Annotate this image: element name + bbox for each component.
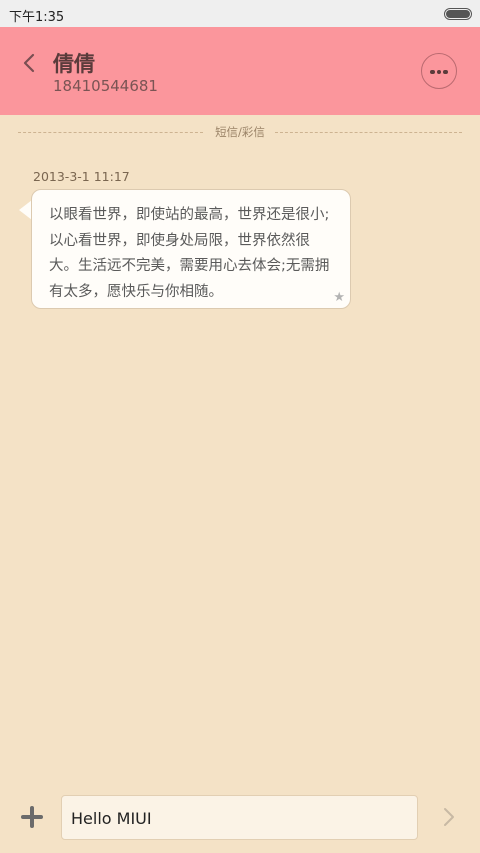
message-input[interactable]: Hello MIUI xyxy=(61,795,418,840)
contact-name[interactable]: 倩倩 xyxy=(53,48,95,78)
chevron-left-icon xyxy=(23,53,35,73)
message-text: 以眼看世界，即使站的最高，世界还是很小;以心看世界，即使身处局限，世界依然很大。… xyxy=(49,207,330,300)
more-dots-icon xyxy=(443,69,448,74)
status-time: 下午1:35 xyxy=(9,10,65,25)
add-attachment-button[interactable] xyxy=(18,803,46,831)
battery-level xyxy=(446,10,470,18)
back-button[interactable] xyxy=(18,49,44,79)
conversation-header: 倩倩 18410544681 xyxy=(0,27,480,115)
message-bubble[interactable]: 以眼看世界，即使站的最高，世界还是很小;以心看世界，即使身处局限，世界依然很大。… xyxy=(31,189,351,309)
status-bar: 下午1:35 xyxy=(0,0,480,27)
send-button[interactable] xyxy=(440,805,458,829)
chevron-right-icon xyxy=(444,808,454,826)
conversation-divider: 短信/彩信 xyxy=(18,123,462,141)
message-timestamp: 2013-3-1 11:17 xyxy=(33,169,130,184)
more-dots-icon xyxy=(430,69,435,74)
more-dots-icon xyxy=(436,69,441,74)
contact-number[interactable]: 18410544681 xyxy=(53,77,158,95)
plus-icon-stroke xyxy=(30,806,34,828)
battery-icon xyxy=(444,8,472,20)
more-options-button[interactable] xyxy=(421,53,457,89)
divider-line-right xyxy=(275,132,462,133)
star-icon[interactable]: ★ xyxy=(333,290,345,305)
composer-bar: Hello MIUI xyxy=(0,783,480,853)
